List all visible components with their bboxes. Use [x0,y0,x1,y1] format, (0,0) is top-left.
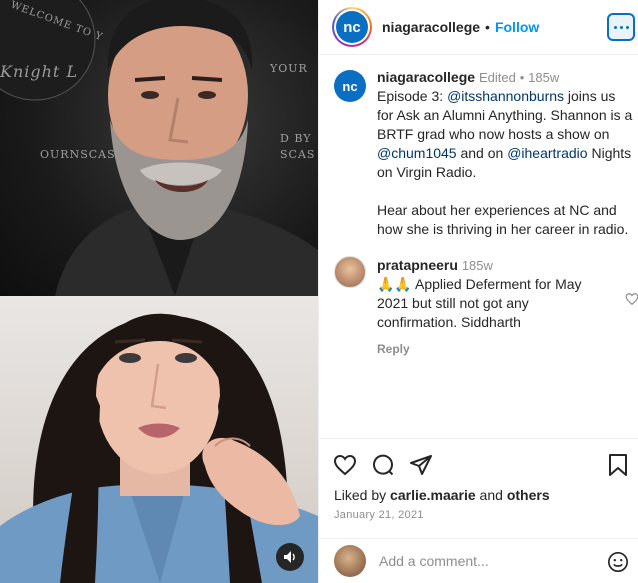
share-paper-plane-icon[interactable] [409,453,433,477]
video-frame-guest [0,296,318,583]
dot-icon [625,25,629,29]
header-username[interactable]: niagaracollege [382,19,480,35]
current-user-avatar [334,545,366,577]
comment-username[interactable]: pratapneeru [377,257,458,273]
wall-sign-text: OURNSCAS [40,148,116,161]
liked-by-text: Liked by carlie.maarie and others [334,487,550,503]
nc-logo-icon: nc [336,11,368,43]
mention-link[interactable]: @itsshannonburns [447,88,564,104]
wall-sign-text: SCAS [280,148,316,161]
mute-button[interactable] [276,543,304,571]
separator-dot: • [485,19,490,35]
separator-dot: • [519,70,525,85]
save-bookmark-icon[interactable] [607,453,629,477]
mention-link[interactable]: @chum1045 [377,145,457,161]
caption-text-paragraph: Hear about her experiences at NC and how… [377,202,629,237]
commenter-avatar[interactable] [334,256,366,288]
profile-avatar[interactable]: nc [332,7,372,47]
caption-time[interactable]: 185w [528,70,559,85]
wall-sign-text: Knight L [0,62,79,81]
like-comment-heart-icon[interactable] [625,292,638,306]
caption-username[interactable]: niagaracollege [377,69,475,85]
speaker-icon [284,551,295,563]
caption-text: Episode 3: @itsshannonburns joins us for… [377,88,633,180]
mention-link[interactable]: @iheartradio [507,145,587,161]
liked-by-others-link[interactable]: others [507,487,550,503]
add-comment-input[interactable] [379,553,599,569]
wall-sign-text: D BY [280,132,312,145]
like-heart-icon[interactable] [333,453,357,477]
caption-avatar[interactable]: nc [334,70,366,102]
follow-button[interactable]: Follow [495,19,539,35]
post-media[interactable]: WELCOME TO Y Knight L YOUR D BY OURNSCAS… [0,0,318,583]
post-date[interactable]: January 21, 2021 [334,509,424,521]
post-header: nc niagaracollege • Follow [319,0,638,55]
guest-illustration [0,313,318,583]
comment-emoji: 🙏🙏 [377,276,412,292]
post-actions: Liked by carlie.maarie and others Januar… [319,438,638,538]
emoji-icon[interactable] [607,551,629,573]
post-details-panel: nc niagaracollege • Follow nc niagaracol… [318,0,638,583]
edited-label: Edited [478,70,516,85]
post-caption: nc niagaracollege Edited • 185w Episode … [334,68,634,239]
liked-by-user-link[interactable]: carlie.maarie [390,487,476,503]
wall-sign-text: YOUR [270,62,308,75]
comment-item: pratapneeru 185w 🙏🙏 Applied Deferment fo… [334,256,638,359]
add-comment-bar [319,538,638,583]
more-options-button[interactable] [607,13,635,41]
comment-bubble-icon[interactable] [371,453,395,477]
reply-button[interactable]: Reply [377,340,607,359]
video-frame-host: WELCOME TO Y Knight L YOUR D BY OURNSCAS… [0,0,318,296]
dot-icon [613,25,617,29]
comment-time[interactable]: 185w [462,258,493,273]
dot-icon [619,25,623,29]
